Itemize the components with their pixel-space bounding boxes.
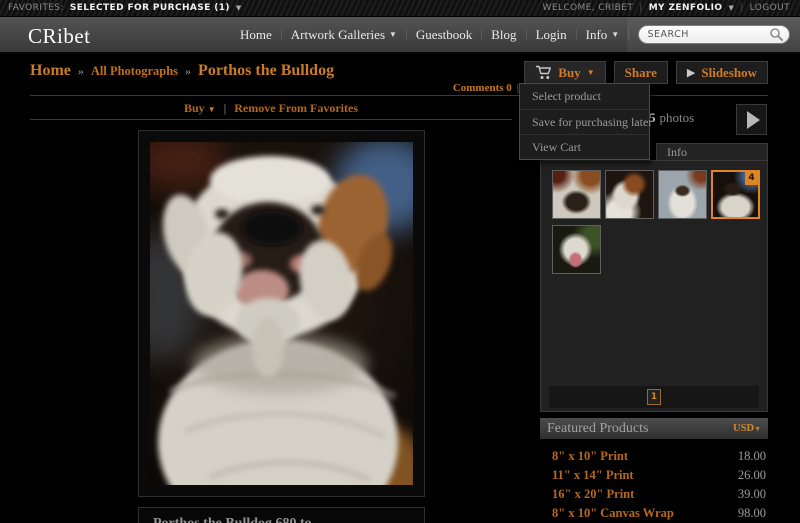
currency-selector[interactable]: USD▼ (733, 423, 761, 434)
breadcrumb-separator: » (77, 64, 84, 78)
pagination-strip: 1 (549, 386, 759, 408)
share-button-label: Share (624, 64, 657, 80)
thumbnail-4-selected[interactable]: 4 (711, 170, 760, 219)
nav-guestbook[interactable]: Guestbook (416, 27, 472, 43)
product-price: 26.00 (737, 468, 766, 482)
bulldog-photo (120, 130, 438, 523)
comments-row: Comments 0 | (30, 82, 519, 94)
site-logo[interactable]: CRibet (28, 24, 91, 49)
featured-products-header: Featured Products USD▼ (540, 418, 768, 439)
divider: | (639, 3, 643, 13)
favorites-bar: FAVORITES: SELECTED FOR PURCHASE (1) ▼ W… (0, 0, 800, 17)
product-price: 18.00 (737, 449, 766, 463)
comments-count: 0 (506, 82, 512, 94)
page-1-button[interactable]: 1 (647, 389, 661, 405)
cart-icon (536, 65, 552, 79)
play-icon: ▶ (686, 67, 696, 79)
search-icon[interactable] (769, 27, 784, 42)
product-link[interactable]: 11" x 14" Print (552, 468, 634, 483)
nav-home[interactable]: Home (240, 27, 272, 43)
divider (280, 29, 282, 40)
divider (405, 29, 407, 40)
search-box[interactable] (637, 25, 790, 44)
divider: | (223, 101, 227, 115)
menu-item-view-cart[interactable]: View Cart (520, 134, 649, 159)
slideshow-button-label: Slideshow (701, 64, 757, 80)
chevron-down-icon: ▼ (586, 68, 595, 77)
chevron-down-icon: ▼ (611, 30, 620, 39)
slideshow-button[interactable]: ▶ Slideshow (675, 61, 768, 84)
buy-button[interactable]: Buy ▼ (524, 61, 606, 84)
product-row: 11" x 14" Print 26.00 (540, 466, 768, 485)
photo-count: 5 photos (649, 110, 694, 126)
share-button[interactable]: Share (613, 61, 668, 84)
featured-products-title: Featured Products (547, 420, 649, 436)
favorite-actions: Buy ▼ | Remove From Favorites (30, 101, 512, 116)
product-row: 8" x 10" Print 18.00 (540, 447, 768, 466)
thumbnail-panel: 4 1 (540, 160, 768, 412)
product-row: 16" x 20" Print 39.00 (540, 485, 768, 504)
buy-link[interactable]: Buy ▼ (184, 101, 216, 115)
divider (30, 95, 768, 96)
photo-count-label: photos (659, 110, 695, 125)
product-link[interactable]: 8" x 10" Print (552, 449, 628, 464)
buy-dropdown-menu: Select product Save for purchasing later… (519, 83, 652, 160)
nav-blog[interactable]: Blog (491, 27, 516, 43)
welcome-text: WELCOME, CRIBET (542, 3, 634, 13)
arrow-right-icon (747, 110, 760, 129)
nav-info[interactable]: Info ▼ (586, 27, 620, 43)
thumbnail-2[interactable] (605, 170, 654, 219)
breadcrumb-all-photographs[interactable]: All Photographs (91, 64, 178, 79)
photo-caption: Porthos the Bulldog 680 to (138, 507, 425, 523)
my-zenfolio-link[interactable]: MY ZENFOLIO (649, 3, 723, 13)
nav-login[interactable]: Login (536, 27, 567, 43)
product-price: 98.00 (737, 506, 766, 520)
chevron-down-icon: ▼ (207, 105, 216, 114)
buy-button-label: Buy (558, 64, 581, 80)
menu-item-select-product[interactable]: Select product (520, 84, 649, 109)
next-photo-button[interactable] (736, 104, 767, 135)
nav-artwork-galleries[interactable]: Artwork Galleries ▼ (291, 27, 397, 43)
main-photo[interactable] (120, 130, 438, 523)
breadcrumb-separator: » (185, 64, 192, 78)
product-link[interactable]: 16" x 20" Print (552, 487, 634, 502)
chevron-down-icon[interactable]: ▼ (236, 4, 242, 12)
chevron-down-icon: ▼ (389, 30, 397, 39)
divider (30, 119, 512, 120)
page: FAVORITES: SELECTED FOR PURCHASE (1) ▼ W… (0, 0, 800, 523)
selected-thumb-badge: 4 (745, 172, 758, 185)
chevron-down-icon: ▼ (754, 425, 761, 433)
remove-from-favorites-link[interactable]: Remove From Favorites (234, 101, 358, 115)
thumbnail-3[interactable] (658, 170, 707, 219)
breadcrumb: Home » All Photographs » Porthos the Bul… (30, 62, 334, 80)
breadcrumb-home[interactable]: Home (30, 62, 71, 80)
chevron-down-icon[interactable]: ▼ (728, 4, 734, 12)
thumbnail-5[interactable] (552, 225, 601, 274)
divider: | (740, 3, 744, 13)
search-input[interactable] (647, 29, 769, 40)
divider (481, 29, 483, 40)
product-price: 39.00 (737, 487, 766, 501)
site-header: CRibet Home Artwork Galleries ▼ Guestbook… (0, 17, 800, 54)
tab-info[interactable]: Info (656, 143, 768, 161)
menu-item-save-for-later[interactable]: Save for purchasing later (520, 109, 652, 134)
divider (575, 29, 577, 40)
comments-link[interactable]: Comments 0 (453, 82, 512, 94)
photo-caption-text: Porthos the Bulldog 680 to (153, 516, 312, 523)
divider (525, 29, 527, 40)
favorites-label: FAVORITES: (8, 3, 64, 13)
page-title: Porthos the Bulldog (198, 62, 335, 79)
product-row: 8" x 10" Canvas Wrap 98.00 (540, 504, 768, 523)
selected-for-purchase-link[interactable]: SELECTED FOR PURCHASE (1) (70, 3, 230, 13)
photo-toolbar: Buy ▼ Share ▶ Slideshow (524, 61, 768, 84)
search-zone (627, 17, 800, 52)
thumbnail-1[interactable] (552, 170, 601, 219)
product-link[interactable]: 8" x 10" Canvas Wrap (552, 506, 674, 521)
logout-link[interactable]: LOGOUT (750, 3, 790, 13)
